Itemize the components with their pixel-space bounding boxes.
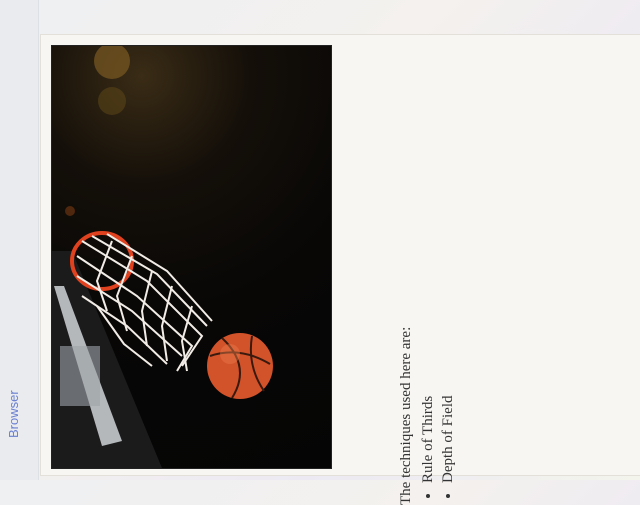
technique-list: Rule of Thirds Depth of Field <box>418 265 458 505</box>
list-item: Rule of Thirds <box>418 265 438 483</box>
basketball-hoop-illustration <box>52 46 273 468</box>
content-card: The techniques used here are: Rule of Th… <box>40 34 640 505</box>
intro-text: The techniques used here are: <box>398 326 414 505</box>
list-item: Depth of Field <box>438 265 458 484</box>
techniques-text: The techniques used here are: Rule of Th… <box>396 265 458 505</box>
basketball-photo <box>51 45 332 469</box>
left-sidebar: Browser <box>0 0 39 480</box>
browser-link[interactable]: Browser <box>6 390 21 438</box>
